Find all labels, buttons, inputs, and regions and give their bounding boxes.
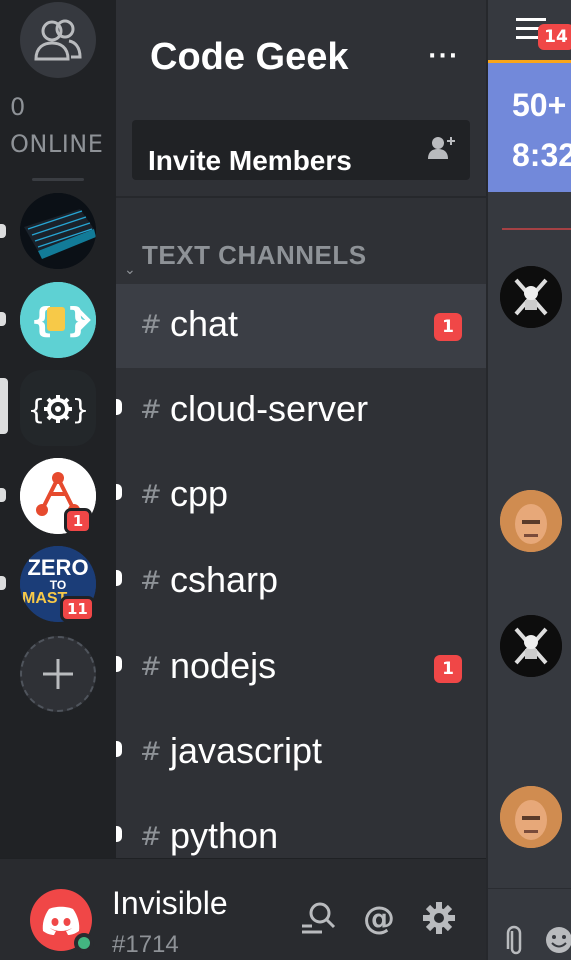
hash-icon: # (140, 480, 162, 510)
category-text-channels[interactable]: TEXT CHANNELS (142, 240, 367, 271)
hash-icon: # (140, 310, 162, 340)
channel-name: chat (170, 303, 239, 344)
emoji-icon[interactable] (544, 925, 571, 955)
friends-button[interactable] (20, 2, 96, 78)
chat-panel-peek: 14 50+ 8:32 (486, 0, 571, 960)
face-avatar-icon (500, 786, 562, 848)
avatar[interactable] (500, 786, 562, 848)
unread-indicator (116, 484, 122, 500)
channel-chat[interactable]: # chat 1 (116, 284, 486, 368)
keyboard-image-icon (20, 193, 96, 269)
gear-icon[interactable] (422, 901, 456, 935)
server-rail: 0 ONLINE { } {} 1 ZERO TO MAST 11 (0, 0, 116, 858)
dark-avatar-icon (500, 266, 562, 328)
dark-avatar-icon (500, 615, 562, 677)
search-people-icon[interactable] (300, 901, 338, 935)
channel-name: javascript (170, 730, 323, 771)
rail-separator (32, 178, 84, 181)
server-menu-button[interactable]: ··· (428, 44, 459, 69)
channel-name: cpp (170, 473, 229, 514)
hash-icon: # (140, 566, 162, 596)
unread-indicator (116, 826, 122, 842)
online-status-dot (74, 933, 94, 953)
channel-name: nodejs (170, 645, 277, 686)
channel-nodejs[interactable]: # nodejs 1 (116, 626, 486, 710)
gear-brackets-icon: { } (20, 370, 96, 446)
svg-text:@: @ (363, 901, 395, 935)
server-unread-pill (0, 488, 6, 502)
channel-csharp[interactable]: # csharp (116, 540, 486, 624)
friends-icon (34, 19, 82, 61)
user-panel: Invisible #1714 @ (0, 858, 486, 960)
pane-separator (116, 196, 486, 198)
server-selected-pill (0, 378, 8, 434)
user-tag: #1714 (112, 931, 179, 958)
server-icon-keyboard[interactable] (20, 193, 96, 269)
server-unread-pill (0, 576, 6, 590)
channel-name: python (170, 815, 279, 856)
avatar[interactable] (500, 490, 562, 552)
user-status-text[interactable]: Invisible (112, 885, 228, 922)
mentions-icon[interactable]: @ (362, 901, 396, 935)
discord-logo-icon (42, 906, 80, 935)
channel-cpp[interactable]: # cpp (116, 454, 486, 538)
unread-indicator (116, 570, 122, 586)
channel-python[interactable]: # python (116, 796, 486, 858)
channel-cloud-server[interactable]: # cloud-server (116, 369, 486, 453)
avatar[interactable] (500, 266, 562, 328)
total-mentions-badge: 14 (538, 24, 571, 50)
new-messages-divider (502, 228, 571, 230)
chevron-down-icon[interactable]: ⌄ (124, 262, 136, 278)
channel-name: cloud-server (170, 388, 369, 429)
new-messages-banner[interactable]: 50+ 8:32 (488, 60, 571, 192)
banner-time: 8:32 (512, 137, 571, 173)
channel-mention-badge: 1 (434, 655, 462, 683)
server-mention-badge: 1 (64, 508, 92, 534)
server-name[interactable]: Code Geek (150, 36, 349, 79)
add-server-button[interactable] (20, 636, 96, 712)
hash-icon: # (140, 652, 162, 682)
server-unread-pill (0, 312, 6, 326)
channel-javascript[interactable]: # javascript (116, 711, 486, 795)
ztm-logo-line1: ZERO (27, 555, 89, 580)
server-mention-badge: 11 (60, 596, 95, 622)
unread-indicator (116, 656, 122, 672)
avatar[interactable] (500, 615, 562, 677)
channel-pane: Code Geek ··· Invite Members ⌄ TEXT CHAN… (116, 0, 486, 858)
online-count: 0 (10, 93, 26, 121)
channel-mention-badge: 1 (434, 313, 462, 341)
svg-text:}: } (72, 393, 89, 426)
channel-name: csharp (170, 559, 279, 600)
hash-icon: # (140, 737, 162, 767)
svg-text:{: { (28, 393, 45, 426)
invite-members-button[interactable]: Invite Members (132, 120, 470, 180)
message-composer (488, 888, 571, 960)
server-icon-code-geek[interactable]: { } (20, 370, 96, 446)
unread-indicator (116, 741, 122, 757)
banner-count: 50+ (512, 87, 567, 123)
unread-indicator (116, 399, 122, 415)
invite-members-label: Invite Members (148, 145, 352, 176)
server-unread-pill (0, 224, 6, 238)
hash-icon: # (140, 822, 162, 852)
attachment-icon[interactable] (506, 925, 526, 957)
online-label: ONLINE (10, 130, 104, 158)
add-person-icon (428, 137, 455, 159)
server-icon-code-brackets[interactable]: { } (20, 282, 96, 358)
plus-icon (43, 659, 73, 689)
face-avatar-icon (500, 490, 562, 552)
code-brackets-icon: { } (20, 282, 96, 358)
hash-icon: # (140, 395, 162, 425)
